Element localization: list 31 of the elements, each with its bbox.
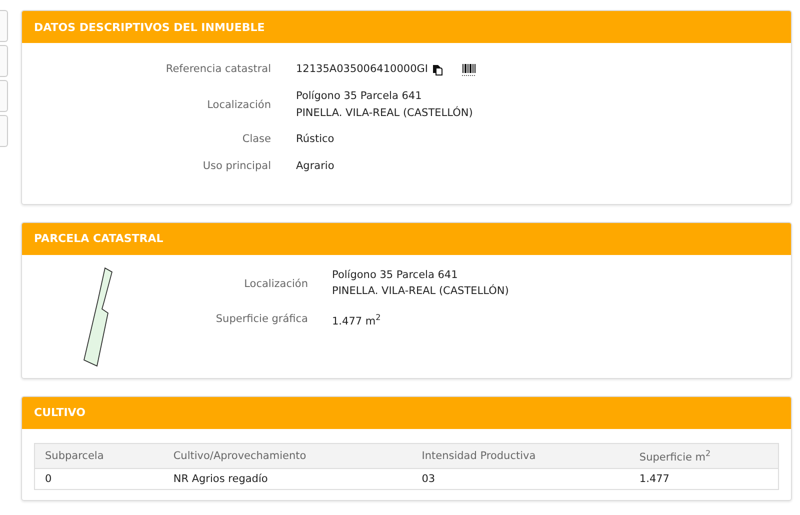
column-header: Cultivo/Aprovechamiento <box>163 443 412 469</box>
field-value: Polígono 35 Parcela 641 <box>296 90 423 104</box>
column-header: Superficie m$^{2}$ <box>629 443 778 469</box>
side-tab[interactable] <box>0 80 8 112</box>
field-value: 1.477 m$^{2}$ <box>332 312 382 329</box>
field-value: Polígono 35 Parcela 641 <box>332 268 459 282</box>
field-value: Agrario <box>296 160 336 174</box>
barcode-icon[interactable] <box>460 63 477 77</box>
table-cell: 1.477 <box>629 468 778 490</box>
field-value: PINELLA. VILA-REAL (CASTELLÓN) <box>296 106 474 120</box>
field-label: Clase <box>241 133 271 147</box>
field-value: PINELLA. VILA-REAL (CASTELLÓN) <box>332 285 509 299</box>
field-label: Localización <box>243 278 308 290</box>
side-tab[interactable] <box>0 10 8 42</box>
field-value: 12135A035006410000GI <box>296 63 428 77</box>
field-label: Referencia catastral <box>164 63 271 77</box>
table-cell: NR Agrios regadío <box>163 468 412 490</box>
panel-header: PARCELA CATASTRAL <box>22 222 791 255</box>
copy-icon[interactable] <box>432 64 443 76</box>
table-cell: 03 <box>412 468 630 490</box>
side-tab[interactable] <box>0 115 8 147</box>
column-header: Subparcela <box>34 443 164 469</box>
side-tab[interactable] <box>0 45 8 77</box>
field-label: Uso principal <box>202 160 271 174</box>
field-label: Superficie gráfica <box>214 312 308 327</box>
column-header: Intensidad Productiva <box>412 443 630 469</box>
panel-header: DATOS DESCRIPTIVOS DEL INMUEBLE <box>22 11 791 43</box>
field-label: Localización <box>206 99 271 112</box>
panel-header: CULTIVO <box>22 396 791 429</box>
field-value: Rústico <box>296 133 336 147</box>
table-cell: 0 <box>34 468 164 490</box>
